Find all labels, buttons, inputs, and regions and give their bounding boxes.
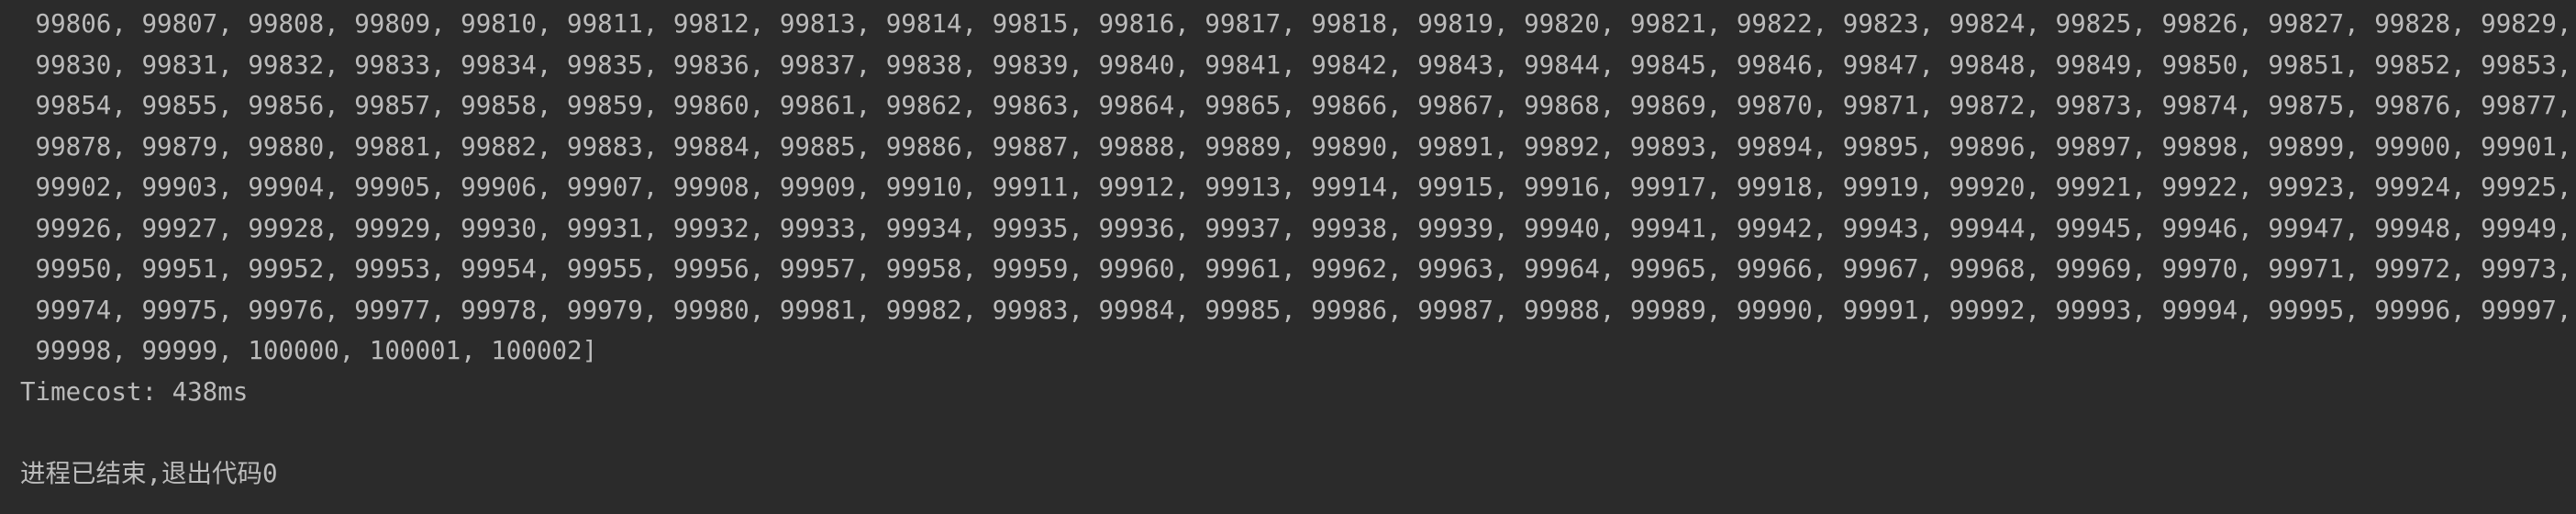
run-console-output[interactable]: 99806, 99807, 99808, 99809, 99810, 99811… (20, 4, 2576, 514)
output-line: 99974, 99975, 99976, 99977, 99978, 99979… (20, 295, 2572, 325)
output-line: 99902, 99903, 99904, 99905, 99906, 99907… (20, 173, 2572, 202)
output-line: 99854, 99855, 99856, 99857, 99858, 99859… (20, 91, 2572, 120)
output-line: 99926, 99927, 99928, 99929, 99930, 99931… (20, 213, 2572, 243)
output-line: 99950, 99951, 99952, 99953, 99954, 99955… (20, 254, 2572, 284)
output-line: 99830, 99831, 99832, 99833, 99834, 99835… (20, 50, 2572, 80)
output-line: 99878, 99879, 99880, 99881, 99882, 99883… (20, 131, 2572, 162)
output-line: 99998, 99999, 100000, 100001, 100002] (20, 336, 598, 365)
timecost-line: Timecost: 438ms (20, 376, 249, 407)
process-exit-message: 进程已结束,退出代码0 (20, 458, 278, 488)
output-line: 99806, 99807, 99808, 99809, 99810, 99811… (20, 9, 2572, 39)
